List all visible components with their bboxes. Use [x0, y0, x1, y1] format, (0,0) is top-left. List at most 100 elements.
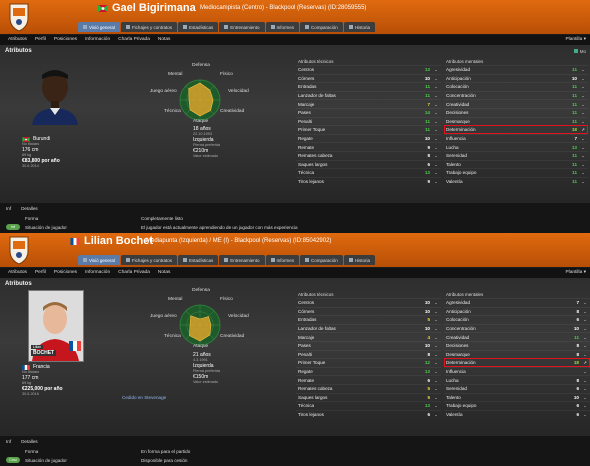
subnav-positions[interactable]: Posiciones — [50, 268, 81, 278]
attribute-row[interactable]: Primer Toque 12– — [296, 358, 441, 367]
attribute-row[interactable]: Saques largos 6– — [296, 159, 441, 169]
subnav-notes[interactable]: Notas — [154, 35, 175, 45]
attribute-row[interactable]: Remates cabeza 5– — [296, 383, 441, 393]
attribute-row[interactable]: Remate 6– — [296, 375, 441, 384]
attribute-row[interactable]: Determinación 18 ↗ — [444, 358, 590, 367]
attribute-row[interactable]: Colocación 11– — [444, 82, 588, 91]
attribute-row[interactable]: Regate 10– — [296, 133, 441, 143]
attribute-row[interactable]: Anticipación 8– — [444, 306, 590, 316]
attribute-row[interactable]: Pases 10– — [296, 340, 441, 350]
attribute-row[interactable]: Serenidad 11– — [444, 150, 588, 160]
attribute-row[interactable]: Técnica 13– — [296, 168, 441, 177]
attribute-row[interactable]: Creatividad 11– — [444, 332, 590, 341]
attribute-row[interactable]: Pases 14– — [296, 107, 441, 117]
attribute-row[interactable]: Lanzador de faltas 10– — [296, 323, 441, 333]
attribute-row[interactable]: Serenidad 6– — [444, 383, 590, 393]
tab-transfers[interactable]: Fichajes y contratos — [120, 255, 177, 265]
attribute-row[interactable]: Talento 10– — [444, 392, 590, 402]
subnav-attributes[interactable]: Atributos — [4, 268, 31, 278]
footer-tab-info[interactable]: Inf — [6, 206, 11, 211]
loan-status-link[interactable]: Cedido en Stevenage — [122, 395, 166, 400]
player-subtitle: Mediapunta (Izquierda) / ME (I) - Blackp… — [146, 238, 332, 244]
attribute-row[interactable]: Técnica 13– — [296, 401, 441, 410]
attribute-row[interactable]: Anticipación 10– — [444, 73, 588, 83]
attribute-value: 10 — [424, 75, 430, 81]
attribute-row[interactable]: Saques largos 5– — [296, 392, 441, 402]
tab-overview[interactable]: Visió general — [78, 255, 120, 265]
subnav-information[interactable]: Información — [81, 268, 114, 278]
attribute-row[interactable]: Agresividad 7– — [444, 298, 590, 307]
attribute-row[interactable]: Centros 10– — [296, 298, 441, 307]
tab-stats[interactable]: Estadísticas — [177, 255, 219, 265]
select-toggle[interactable]: Mo — [573, 49, 586, 54]
attribute-row[interactable]: Influencia – — [444, 366, 590, 376]
attribute-row[interactable]: Colocación 6– — [444, 315, 590, 324]
attribute-name: Penalti — [298, 118, 313, 124]
attribute-row[interactable]: Remates cabeza 8– — [296, 150, 441, 160]
tab-stats[interactable]: Estadísticas — [177, 22, 219, 32]
attribute-row[interactable]: Concentración 11– — [444, 90, 588, 100]
attribute-row[interactable]: Marcaje 4– — [296, 332, 441, 341]
attribute-row[interactable]: Lanzador de faltas 11– — [296, 90, 441, 100]
attribute-row[interactable]: Talento 11– — [444, 159, 588, 169]
tab-history[interactable]: Historia — [343, 255, 376, 265]
tab-overview[interactable]: Visió general — [78, 22, 120, 32]
attribute-row[interactable]: Valentía 6– — [444, 409, 590, 419]
squad-menu[interactable]: Plantilla ▾ — [565, 35, 586, 45]
footer-tab-info[interactable]: Inf — [6, 439, 11, 444]
attribute-value-wrap: 18 ↗ — [572, 127, 586, 132]
subnav-private-chat[interactable]: Charla Privada — [114, 35, 154, 45]
attribute-row[interactable]: Desmarque 11– — [444, 116, 588, 126]
attribute-row[interactable]: Decisiones 8– — [444, 340, 590, 350]
attribute-row[interactable]: Concentración 10– — [444, 323, 590, 333]
attribute-row[interactable]: Primer Toque 11– — [296, 125, 441, 134]
tab-compare[interactable]: Comparación — [300, 255, 343, 265]
attribute-row[interactable]: Regate 13– — [296, 366, 441, 376]
attribute-row[interactable]: Penalti 8– — [296, 349, 441, 359]
footer-tab-details[interactable]: Detalles — [21, 206, 38, 211]
tab-transfers[interactable]: Fichajes y contratos — [120, 22, 177, 32]
subnav-information[interactable]: Información — [81, 35, 114, 45]
trend-flat-icon: – — [583, 351, 587, 357]
attribute-row[interactable]: Centros 13– — [296, 65, 441, 74]
attribute-row[interactable]: Trabajo equipo 11– — [444, 168, 588, 177]
footer-tab-details[interactable]: Detalles — [21, 439, 38, 444]
attribute-row[interactable]: Valentía 11– — [444, 176, 588, 186]
attribute-row[interactable]: Decisiones 11– — [444, 107, 588, 117]
tab-history[interactable]: Historia — [343, 22, 376, 32]
attribute-row[interactable]: Desmarque 8– — [444, 349, 590, 359]
attribute-row[interactable]: Córners 10– — [296, 306, 441, 316]
attribute-row[interactable]: Remate 9– — [296, 142, 441, 151]
tab-training[interactable]: Entrenamiento — [219, 22, 265, 32]
attribute-row[interactable]: Entradas 11– — [296, 82, 441, 91]
form-label: Forma — [25, 448, 39, 454]
tab-training[interactable]: Entrenamiento — [219, 255, 265, 265]
tab-reports[interactable]: Informes — [265, 255, 300, 265]
attribute-row[interactable]: Tiros lejanos 6– — [296, 409, 441, 419]
squad-menu[interactable]: Plantilla ▾ — [565, 268, 586, 278]
attribute-row[interactable]: Trabajo equipo 6– — [444, 401, 590, 410]
attribute-row[interactable]: Entradas 5– — [296, 315, 441, 324]
subnav-notes[interactable]: Notas — [154, 268, 175, 278]
attribute-row[interactable]: Lucha 8– — [444, 375, 590, 384]
subnav-profile[interactable]: Perfil — [31, 268, 50, 278]
attribute-row[interactable]: Marcaje 7– — [296, 99, 441, 108]
attribute-row[interactable]: Creatividad 11– — [444, 99, 588, 108]
attribute-name: Agresividad — [446, 300, 471, 306]
subnav-attributes[interactable]: Atributos — [4, 35, 31, 45]
tab-reports[interactable]: Informes — [265, 22, 300, 32]
attribute-row[interactable]: Determinación 18 ↗ — [444, 125, 588, 134]
attribute-row[interactable]: Córners 10– — [296, 73, 441, 83]
subnav-private-chat[interactable]: Charla Privada — [114, 268, 154, 278]
attribute-row[interactable]: Influencia 7– — [444, 133, 588, 143]
attribute-row[interactable]: Agresividad 11– — [444, 65, 588, 74]
subnav-profile[interactable]: Perfil — [31, 35, 50, 45]
attribute-row[interactable]: Lucha 13– — [444, 142, 588, 151]
tab-compare[interactable]: Comparación — [300, 22, 343, 32]
subnav-positions[interactable]: Posiciones — [50, 35, 81, 45]
attribute-row[interactable]: Tiros lejanos 9– — [296, 176, 441, 186]
profile-tabs: Visió general Fichajes y contratos Estad… — [78, 22, 376, 32]
flag-france-icon — [70, 238, 80, 245]
trend-flat-icon: – — [434, 326, 438, 332]
attribute-row[interactable]: Penalti 11– — [296, 116, 441, 126]
